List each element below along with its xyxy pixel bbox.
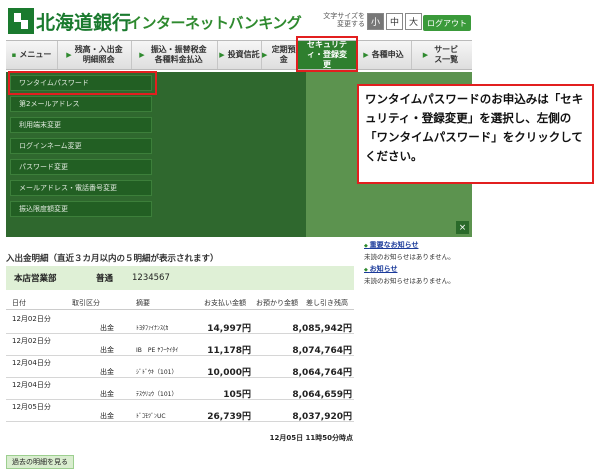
chevron-right-icon: ▶ bbox=[139, 51, 145, 59]
chevron-right-icon: ▶ bbox=[262, 51, 268, 59]
past-statements-button[interactable]: 過去の明細を見る bbox=[6, 455, 74, 469]
main-nav: ▪ メニュー ▶ 残高・入出金明細照会 ▶ 振込・振替税金各種料金払込 ▶ 投資信託 ▶… bbox=[6, 40, 472, 70]
row-date: 12月05日分 bbox=[12, 403, 51, 411]
table-row: 12月02日分 出金 ﾄﾖﾀﾌｧｲﾅﾝｽ(ｶ 14,997円 8,085,942… bbox=[6, 312, 354, 334]
bank-logo-icon bbox=[8, 8, 34, 34]
menu-item-email-phone-change[interactable]: メールアドレス・電話番号変更 bbox=[10, 180, 152, 196]
row-date: 12月02日分 bbox=[12, 337, 51, 345]
header-kind: 取引区分 bbox=[72, 299, 100, 307]
nav-menu[interactable]: ▪ メニュー bbox=[6, 41, 58, 69]
text-size-medium-button[interactable]: 中 bbox=[386, 13, 403, 30]
row-date: 12月04日分 bbox=[12, 359, 51, 367]
row-description: ﾃｽｳﾘｮｳ（101） bbox=[136, 391, 178, 398]
row-balance: 8,064,764円 bbox=[292, 368, 352, 378]
notice-text: 未読のお知らせはありません。 bbox=[364, 277, 455, 285]
header-description: 摘要 bbox=[136, 299, 150, 307]
row-balance: 8,064,659円 bbox=[292, 390, 352, 400]
logout-button[interactable]: ログアウト bbox=[423, 15, 471, 31]
menu-item-login-name-change[interactable]: ログインネーム変更 bbox=[10, 138, 152, 154]
table-row: 12月04日分 出金 ﾃｽｳﾘｮｳ（101） 105円 8,064,659円 bbox=[6, 378, 354, 400]
nav-transfer-label: 振込・振替税金各種料金払込 bbox=[150, 45, 207, 64]
important-notice-text: 未読のお知らせはありません。 bbox=[364, 253, 455, 261]
header-date: 日付 bbox=[12, 299, 26, 307]
account-type: 普通 bbox=[96, 274, 114, 284]
menu-item-transfer-limit-change[interactable]: 振込限度額変更 bbox=[10, 201, 152, 217]
row-kind: 出金 bbox=[100, 324, 114, 332]
row-balance: 8,037,920円 bbox=[292, 412, 352, 422]
nav-investment-label: 投資信託 bbox=[227, 50, 260, 59]
nav-investment[interactable]: ▶ 投資信託 bbox=[218, 41, 262, 69]
text-size-large-button[interactable]: 大 bbox=[405, 13, 422, 30]
row-payment: 105円 bbox=[223, 390, 251, 400]
row-balance: 8,074,764円 bbox=[292, 346, 352, 356]
menu-item-device-change[interactable]: 利用端末変更 bbox=[10, 117, 152, 133]
highlight-box-security bbox=[296, 36, 358, 72]
instruction-callout: ワンタイムパスワードのお申込みは「セキュリティ・登録変更」を選択し、左側の「ワン… bbox=[357, 84, 594, 184]
chevron-right-icon: ▶ bbox=[219, 51, 225, 59]
menu-item-password-change[interactable]: パスワード変更 bbox=[10, 159, 152, 175]
row-description: ﾄﾖﾀﾌｧｲﾅﾝｽ(ｶ bbox=[136, 325, 169, 332]
header-deposit: お預かり金額 bbox=[256, 299, 298, 307]
text-size-label: 文字サイズを変更する bbox=[323, 12, 365, 28]
header-payment: お支払い金額 bbox=[204, 299, 246, 307]
row-date: 12月02日分 bbox=[12, 315, 51, 323]
service-name: インターネットバンキング bbox=[127, 14, 302, 32]
bank-name[interactable]: 北海道銀行 bbox=[36, 8, 131, 35]
nav-application-label: 各種申込 bbox=[371, 50, 404, 59]
table-row: 12月04日分 出金 ｼﾞﾄﾞｳｷ（101） 10,000円 8,064,764… bbox=[6, 356, 354, 378]
nav-balance[interactable]: ▶ 残高・入出金明細照会 bbox=[58, 41, 132, 69]
row-balance: 8,085,942円 bbox=[292, 324, 352, 334]
chevron-right-icon: ▶ bbox=[66, 51, 72, 59]
row-kind: 出金 bbox=[100, 346, 114, 354]
row-kind: 出金 bbox=[100, 390, 114, 398]
chevron-right-icon: ▶ bbox=[422, 51, 429, 59]
nav-menu-label: メニュー bbox=[19, 50, 52, 59]
nav-service[interactable]: ▶ サービス一覧 bbox=[412, 41, 472, 69]
text-size-small-button[interactable]: 小 bbox=[367, 13, 384, 30]
header-balance: 差し引き残高 bbox=[306, 299, 348, 307]
nav-application[interactable]: ▶ 各種申込 bbox=[356, 41, 412, 69]
nav-fixed-deposit[interactable]: ▶ 定期預金 bbox=[262, 41, 298, 69]
nav-transfer[interactable]: ▶ 振込・振替税金各種料金払込 bbox=[132, 41, 218, 69]
row-date: 12月04日分 bbox=[12, 381, 51, 389]
row-description: ｼﾞﾄﾞｳｷ（101） bbox=[136, 369, 178, 376]
nav-fixed-deposit-label: 定期預金 bbox=[271, 45, 296, 64]
nav-service-label: サービス一覧 bbox=[434, 45, 459, 64]
home-icon: ▪ bbox=[11, 51, 17, 59]
menu-item-second-email[interactable]: 第2メールアドレス bbox=[10, 96, 152, 112]
highlight-box-onetime-password bbox=[8, 71, 157, 95]
row-payment: 11,178円 bbox=[207, 346, 251, 356]
row-payment: 26,739円 bbox=[207, 412, 251, 422]
notice-link[interactable]: お知らせ bbox=[364, 264, 398, 274]
nav-balance-label: 残高・入出金明細照会 bbox=[74, 45, 123, 64]
row-description: IB PE ﾔﾌｰｹｲﾀｲ bbox=[136, 347, 179, 354]
row-kind: 出金 bbox=[100, 368, 114, 376]
row-payment: 14,997円 bbox=[207, 324, 251, 334]
row-payment: 10,000円 bbox=[207, 368, 251, 378]
close-icon[interactable]: × bbox=[456, 221, 469, 234]
branch-name: 本店営業部 bbox=[14, 274, 57, 284]
table-row: 12月05日分 出金 ﾄﾞｺﾓﾂﾞﾝUC 26,739円 8,037,920円 bbox=[6, 400, 354, 422]
chevron-right-icon: ▶ bbox=[363, 51, 369, 59]
important-notice-link[interactable]: 重要なお知らせ bbox=[364, 240, 419, 250]
row-description: ﾄﾞｺﾓﾂﾞﾝUC bbox=[136, 413, 166, 420]
account-number: 1234567 bbox=[132, 273, 170, 283]
table-header: 日付 取引区分 摘要 お支払い金額 お預かり金額 差し引き残高 bbox=[6, 296, 354, 310]
table-row: 12月02日分 出金 IB PE ﾔﾌｰｹｲﾀｲ 11,178円 8,074,7… bbox=[6, 334, 354, 356]
timestamp: 12月05日 11時50分時点 bbox=[269, 434, 353, 442]
row-kind: 出金 bbox=[100, 412, 114, 420]
account-bar: 本店営業部 普通 1234567 bbox=[6, 266, 354, 290]
